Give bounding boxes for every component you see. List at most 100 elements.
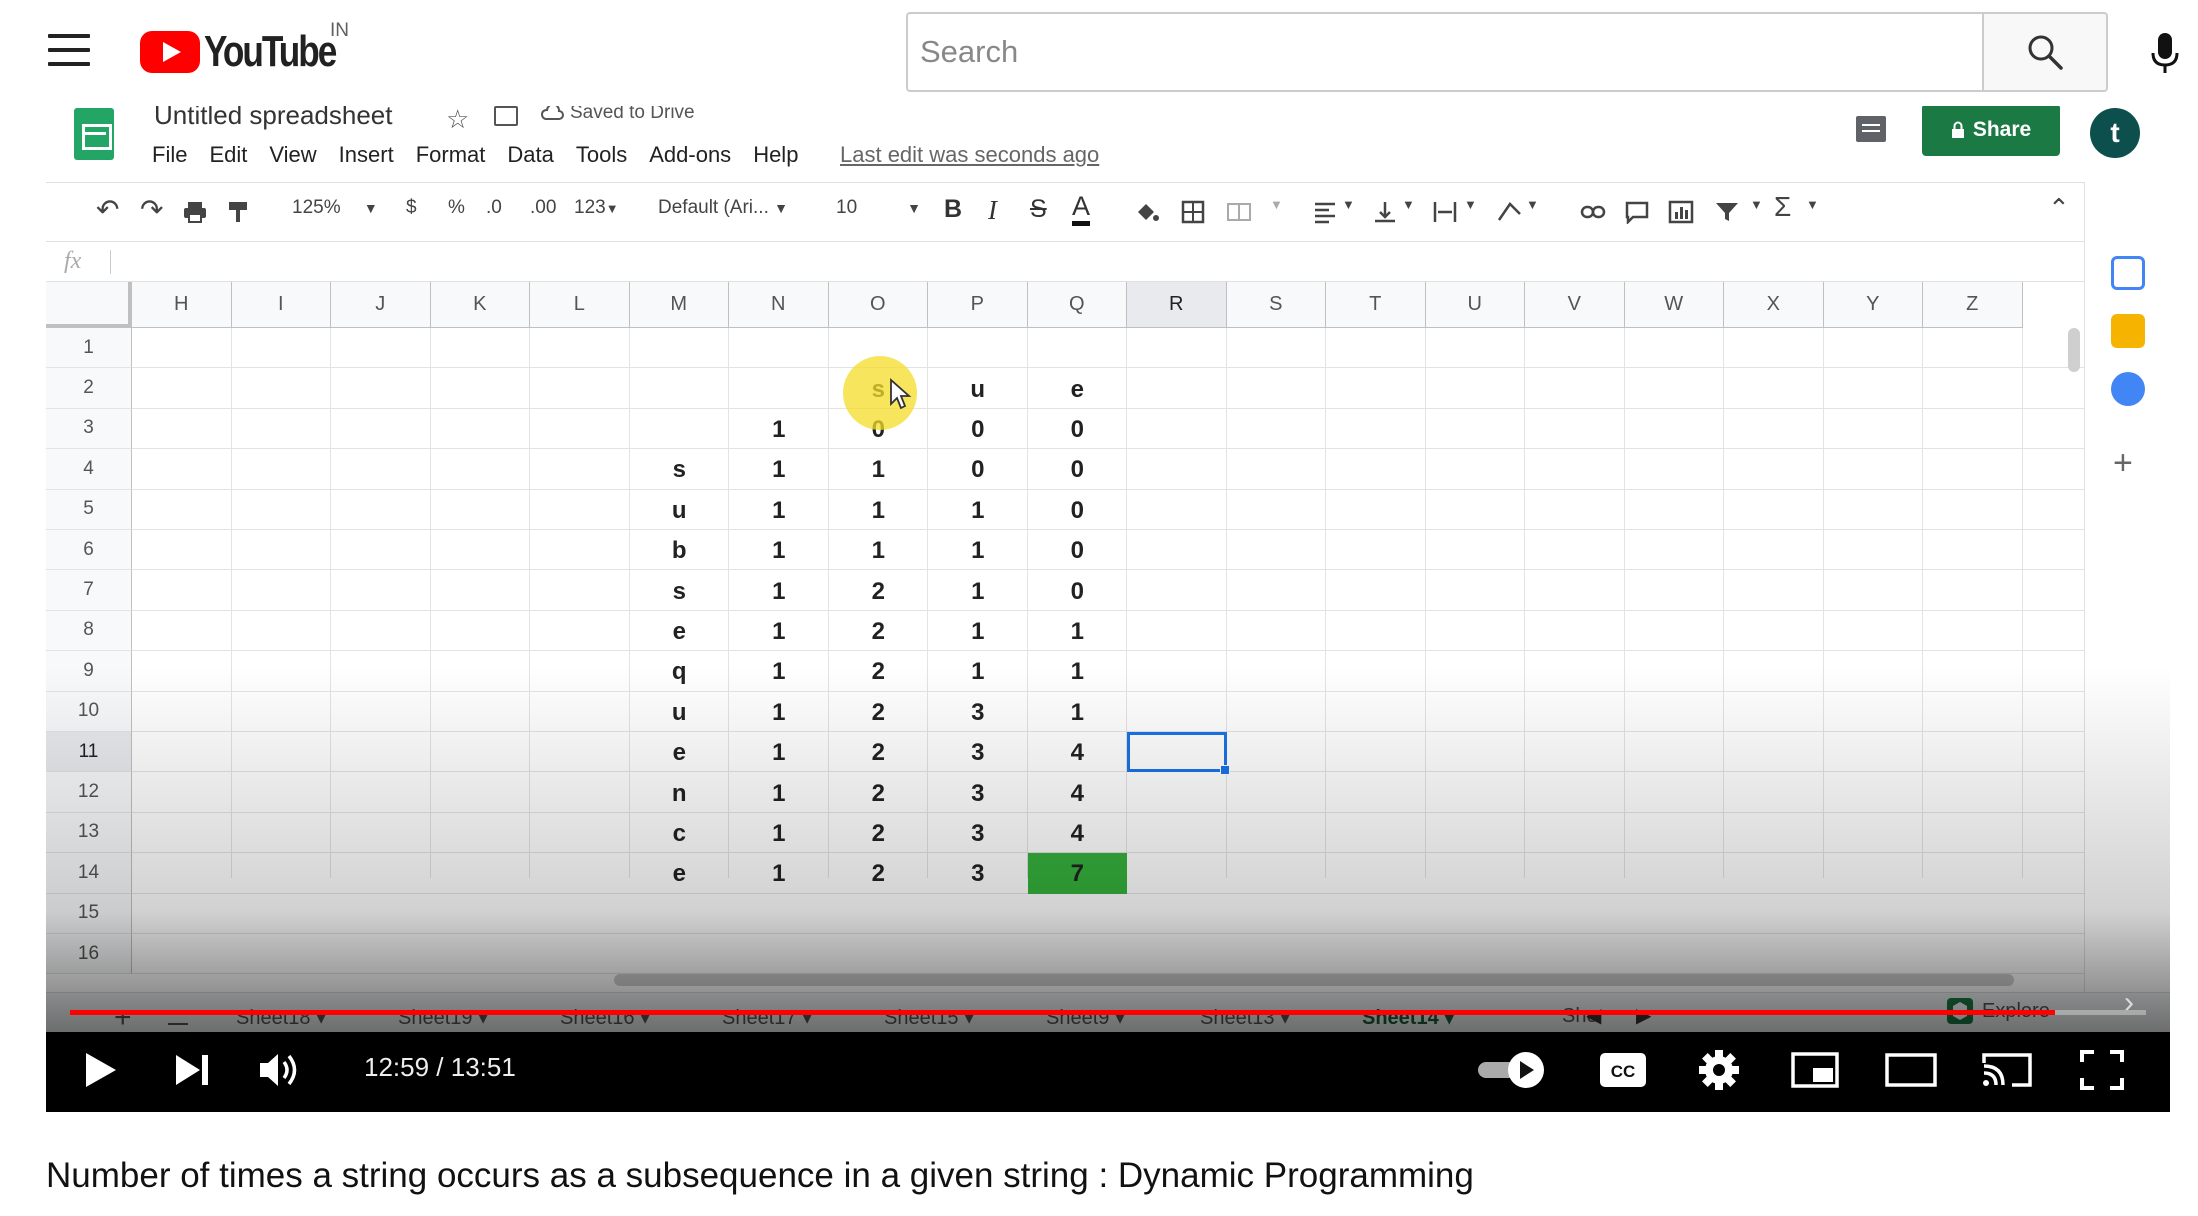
menu-item-format: Format [415,142,486,167]
cell-m5: u [671,496,687,524]
sheet-tab-sheet9: Sheet9 ▾ [1046,1007,1125,1029]
font-size-value: 10 [836,197,858,218]
row-header-3: 3 [46,408,132,450]
saved-status-text: Saved to Drive [570,106,695,123]
miniplayer-icon [1791,1052,1839,1088]
subtitles-button[interactable]: CC [1594,1048,1652,1092]
cell-p10: 3 [971,698,985,726]
cell-p3: 0 [971,415,985,443]
menu-item-file: File [152,142,188,167]
insert-comment-icon [1625,201,1649,224]
paint-format-icon [229,202,247,222]
cell-n9: 1 [772,658,786,686]
avatar: t [2090,108,2140,158]
grid-column-line [1225,328,1227,878]
saved-status: Saved to Drive [540,106,695,124]
vertical-align-icon [1375,202,1395,223]
cell-p5: 1 [971,496,985,524]
menu-item-insert: Insert [338,142,394,167]
volume-icon [260,1054,297,1086]
sheet-tab-sheet17: Sheet17 ▾ [722,1007,813,1029]
skip-next-icon [176,1055,208,1085]
sheets-logo-icon [74,108,114,160]
undo-icon: ↶ [96,194,120,225]
video-title: Number of times a string occurs as a sub… [46,1156,1474,1195]
cell-p8: 1 [971,617,985,645]
cell-m14: e [672,860,686,888]
cast-button[interactable] [1976,1048,2038,1092]
search-button[interactable] [1982,12,2108,92]
cell-n14: 1 [772,860,786,888]
next-button[interactable] [162,1048,222,1092]
sheets-menu-bar: File Edit View Insert Format Data Tools … [152,142,798,168]
sheet-doc-title: Untitled spreadsheet [154,106,393,130]
cell-n13: 1 [772,819,786,847]
grid-row-line [132,367,2084,369]
currency-format-button: $ [406,197,417,218]
menu-item-help: Help [753,142,799,167]
insert-link-icon [1580,205,1606,219]
font-select: Default (Ari... ▼ [658,197,789,218]
cell-o7: 2 [871,577,885,605]
voice-search-button[interactable] [2140,26,2190,80]
cell-q9: 1 [1070,658,1084,686]
cell-o14: 2 [871,860,885,888]
cell-o9: 2 [871,658,885,686]
cell-q6: 0 [1070,537,1084,565]
column-header-r: R [1127,282,1227,328]
cell-n6: 1 [772,537,786,565]
sheet-tab-sheet13: Sheet13 ▾ [1200,1007,1291,1029]
mouse-cursor-icon [889,378,911,410]
cell-p7: 1 [971,577,985,605]
insert-chart-icon [1668,200,1694,224]
sheet-tab-sheet18: Sheet18 ▾ [236,1007,327,1029]
miniplayer-button[interactable] [1786,1048,1844,1092]
progress-bar[interactable] [70,1010,2146,1015]
scroll-tabs-left-icon: ◀ [1586,1005,1602,1027]
search-box [906,12,1984,92]
cell-n8: 1 [772,617,786,645]
menu-icon[interactable] [48,34,90,68]
collapse-toolbar-icon: ⌃ [2048,193,2070,223]
cell-m6: b [671,537,687,565]
row-header-2: 2 [46,368,132,409]
column-header-t: T [1326,282,1426,328]
mute-button[interactable] [250,1048,310,1092]
play-icon [86,1053,116,1087]
text-wrap-icon [1433,202,1457,222]
cell-o12: 2 [871,779,885,807]
fx-label: fx [64,248,82,274]
svg-text:CC: CC [1611,1062,1636,1081]
gear-icon [1699,1050,1739,1090]
play-button[interactable] [66,1048,136,1092]
grid-column-line [1424,328,1426,878]
functions-icon: Σ [1774,191,1792,222]
cell-q14: 7 [1070,860,1084,888]
comments-icon [1856,116,1886,142]
column-header-x: X [1724,282,1824,328]
search-input[interactable] [908,14,1984,90]
cell-m7: s [672,577,686,605]
settings-button[interactable] [1690,1048,1748,1092]
theater-mode-button[interactable] [1880,1048,1942,1092]
country-code: IN [330,20,349,41]
autoplay-toggle[interactable] [1476,1048,1552,1092]
search-icon [2028,35,2063,70]
filter-icon [1716,203,1738,221]
star-icon: ☆ [446,106,470,134]
cast-icon [1982,1053,2032,1087]
cell-o13: 2 [871,819,885,847]
column-header-w: W [1624,282,1724,328]
share-label: Share [1972,118,2032,141]
cell-p4: 0 [971,456,985,484]
formula-divider [110,250,111,274]
borders-icon [1181,200,1205,224]
calendar-icon [2111,256,2145,290]
fullscreen-button[interactable] [2072,1048,2132,1092]
column-header-j: J [331,282,431,328]
theater-icon [1885,1053,1937,1087]
menu-item-tools: Tools [575,142,628,167]
cell-p2: u [970,375,986,403]
column-header-k: K [430,282,530,328]
video-player[interactable]: Untitled spreadsheet ☆ Saved to Drive Fi… [46,106,2170,1112]
